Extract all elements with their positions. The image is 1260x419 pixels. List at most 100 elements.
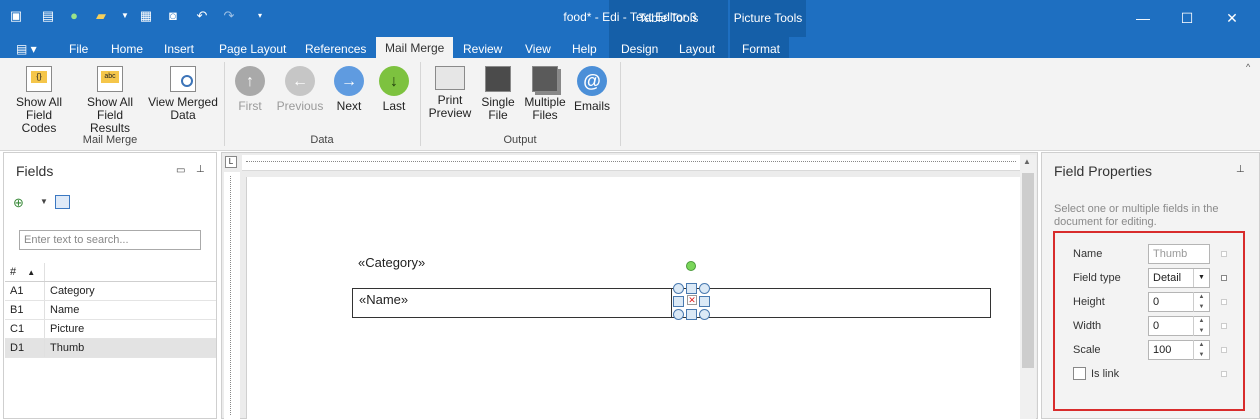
tab-format[interactable]: Format xyxy=(742,42,780,58)
tab-layout[interactable]: Layout xyxy=(679,42,715,58)
row-name: Picture xyxy=(50,323,85,335)
last-label: Last xyxy=(382,99,406,113)
resize-handle[interactable] xyxy=(673,309,684,320)
multiple-files-button[interactable]: Multiple Files xyxy=(524,66,566,122)
collapse-ribbon-icon[interactable]: ^ xyxy=(1246,62,1250,72)
show-all-field-results-button[interactable]: abc Show All Field Results xyxy=(76,66,144,135)
ribbon-separator xyxy=(224,62,225,146)
spin-arrows-icon[interactable]: ▲ ▼ xyxy=(1193,340,1209,360)
download-icon[interactable]: ● xyxy=(66,8,82,24)
redo-icon[interactable]: ↷ xyxy=(221,8,237,24)
show-all-field-codes-button[interactable]: {} Show All Field Codes xyxy=(8,66,70,135)
tab-home[interactable]: Home xyxy=(111,42,143,58)
height-stepper[interactable]: 0 ▲ ▼ xyxy=(1148,292,1210,312)
maximize-panel-icon[interactable]: ▭ xyxy=(176,165,185,176)
width-label: Width xyxy=(1073,320,1102,332)
screenshot-icon[interactable]: ◙ xyxy=(165,8,181,24)
broken-image-icon[interactable]: ✕ xyxy=(687,295,697,305)
tab-view[interactable]: View xyxy=(525,42,551,58)
open-folder-icon[interactable]: ▰ xyxy=(93,8,109,24)
app-icon[interactable]: ▣ xyxy=(8,8,24,24)
show-all-field-results-label: Show All Field Results xyxy=(86,95,134,135)
chevron-down-icon[interactable]: ▼ xyxy=(1193,269,1209,287)
ribbon-separator xyxy=(420,62,421,146)
pin-icon[interactable]: ⊥ xyxy=(196,164,205,175)
at-sign-icon: @ xyxy=(577,66,607,96)
vertical-ruler[interactable] xyxy=(224,172,240,419)
app-menu-icon[interactable]: ▤ ▾ xyxy=(16,42,37,58)
open-dropdown-icon[interactable]: ▼ xyxy=(117,8,133,24)
vertical-scrollbar[interactable]: ▲ xyxy=(1020,155,1036,419)
tab-review[interactable]: Review xyxy=(463,42,502,58)
sort-ascending-icon: ▲ xyxy=(27,268,36,277)
table-row-selected[interactable]: D1 Thumb xyxy=(5,339,216,358)
fields-panel-title: Fields xyxy=(16,163,54,179)
merge-table[interactable]: «Name» xyxy=(352,288,991,318)
add-field-dropdown-icon[interactable]: ▼ xyxy=(40,197,48,206)
single-file-button[interactable]: Single File xyxy=(480,66,516,122)
close-icon[interactable]: ✕ xyxy=(1222,8,1242,28)
horizontal-ruler[interactable] xyxy=(242,155,1020,171)
last-record-button[interactable]: ↓ Last xyxy=(378,66,410,113)
arrow-down-icon: ↓ xyxy=(379,66,409,96)
width-stepper[interactable]: 0 ▲ ▼ xyxy=(1148,316,1210,336)
tab-stop-selector-icon[interactable]: L xyxy=(225,156,237,168)
scrollbar-thumb[interactable] xyxy=(1022,173,1034,368)
category-merge-field[interactable]: «Category» xyxy=(358,255,425,270)
resize-handle[interactable] xyxy=(673,296,684,307)
save-icon[interactable]: ▦ xyxy=(138,8,154,24)
resize-handle[interactable] xyxy=(699,309,710,320)
row-name: Category xyxy=(50,285,95,297)
name-field[interactable]: Thumb xyxy=(1148,244,1210,264)
name-column-header[interactable] xyxy=(45,263,50,281)
tab-design[interactable]: Design xyxy=(621,42,658,58)
tab-help[interactable]: Help xyxy=(572,42,597,58)
undo-icon[interactable]: ↶ xyxy=(194,8,210,24)
is-link-label: Is link xyxy=(1091,368,1120,380)
group-output-label: Output xyxy=(503,134,537,146)
scale-label: Scale xyxy=(1073,344,1101,356)
pin-icon[interactable]: ⊥ xyxy=(1236,164,1245,175)
row-id: C1 xyxy=(5,320,45,338)
tab-file[interactable]: File xyxy=(69,42,88,58)
name-label: Name xyxy=(1073,248,1103,260)
table-row[interactable]: B1 Name xyxy=(5,301,216,320)
fields-search-input[interactable]: Enter text to search... xyxy=(19,230,201,250)
field-type-select[interactable]: Detail ▼ xyxy=(1148,268,1210,288)
spin-arrows-icon[interactable]: ▲ ▼ xyxy=(1193,292,1209,312)
minimize-icon[interactable]: — xyxy=(1133,8,1153,28)
resize-handle[interactable] xyxy=(686,283,697,294)
document-page[interactable]: «Category» «Name» ✕ xyxy=(246,177,1020,419)
tab-references[interactable]: References xyxy=(305,42,366,58)
calendar-icon[interactable] xyxy=(55,195,70,209)
previous-record-button[interactable]: ← Previous xyxy=(276,66,324,113)
view-merged-data-button[interactable]: View Merged Data xyxy=(148,66,218,122)
first-record-button[interactable]: ↑ First xyxy=(234,66,266,113)
id-column-header[interactable]: # ▲ xyxy=(5,263,45,281)
tab-insert[interactable]: Insert xyxy=(164,42,194,58)
resize-handle[interactable] xyxy=(699,296,710,307)
arrow-left-icon: ← xyxy=(285,66,315,96)
spin-arrows-icon[interactable]: ▲ ▼ xyxy=(1193,316,1209,336)
resize-handle[interactable] xyxy=(673,283,684,294)
tab-page-layout[interactable]: Page Layout xyxy=(219,42,286,58)
table-row[interactable]: C1 Picture xyxy=(5,320,216,339)
resize-handle[interactable] xyxy=(686,309,697,320)
next-record-button[interactable]: → Next xyxy=(333,66,365,113)
emails-button[interactable]: @ Emails xyxy=(573,66,611,113)
scroll-up-icon[interactable]: ▲ xyxy=(1023,157,1031,166)
tab-mail-merge[interactable]: Mail Merge xyxy=(376,37,454,58)
print-preview-button[interactable]: Print Preview xyxy=(428,66,472,120)
table-row[interactable]: A1 Category xyxy=(5,282,216,301)
scale-stepper[interactable]: 100 ▲ ▼ xyxy=(1148,340,1210,360)
add-field-icon[interactable]: ⊕ xyxy=(13,195,24,211)
is-link-checkbox[interactable] xyxy=(1073,367,1086,380)
customize-qat-icon[interactable]: ▾ xyxy=(252,8,268,24)
multiple-files-label: Multiple Files xyxy=(524,95,566,122)
name-merge-field[interactable]: «Name» xyxy=(359,292,408,307)
rotate-handle-icon[interactable] xyxy=(686,261,696,271)
maximize-icon[interactable]: ☐ xyxy=(1177,8,1197,28)
new-document-icon[interactable]: ▤ xyxy=(40,8,56,24)
resize-handle[interactable] xyxy=(699,283,710,294)
view-merged-data-label: View Merged Data xyxy=(148,95,218,122)
